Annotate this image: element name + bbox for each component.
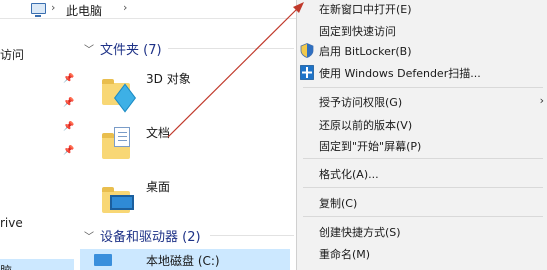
file-list: ﹀ 文件夹 (7) 3D 对象 文档 桌面 ﹀ 设备和驱动器 (2) 本地磁盘 …	[74, 19, 296, 270]
nav-item-onedrive[interactable]: rive	[0, 216, 23, 230]
menu-item-label: 还原以前的版本(V)	[319, 119, 413, 132]
pin-icon: 📌	[63, 146, 75, 156]
group-header-folders[interactable]: ﹀ 文件夹 (7)	[84, 38, 162, 58]
chevron-down-icon[interactable]: ﹀	[84, 41, 94, 56]
address-bar[interactable]: › 此电脑 ›	[0, 0, 296, 19]
nav-item-quick-access[interactable]: 访问	[0, 46, 24, 63]
chevron-down-icon[interactable]: ﹀	[84, 228, 94, 243]
menu-item-format[interactable]: 格式化(A)...	[297, 163, 547, 185]
menu-item-defender-scan[interactable]: 使用 Windows Defender扫描...	[297, 62, 547, 84]
menu-item-label: 固定到"开始"屏幕(P)	[319, 140, 422, 153]
menu-item-open-new-window[interactable]: 在新窗口中打开(E)	[297, 0, 547, 20]
menu-item-rename[interactable]: 重命名(M)	[297, 243, 547, 265]
drive-label: 本地磁盘 (C:)	[146, 254, 220, 268]
group-header-label: 文件夹 (7)	[100, 42, 162, 58]
documents-icon	[114, 127, 130, 147]
drive-item-c[interactable]: 本地磁盘 (C:)	[80, 249, 290, 270]
menu-item-copy[interactable]: 复制(C)	[297, 192, 547, 214]
this-pc-icon	[31, 3, 46, 17]
shield-icon	[300, 43, 314, 58]
menu-item-bitlocker[interactable]: 启用 BitLocker(B)	[297, 40, 547, 62]
desktop-icon	[110, 195, 134, 210]
divider	[210, 235, 294, 236]
submenu-arrow-icon: ›	[539, 94, 544, 107]
menu-item-label: 使用 Windows Defender扫描...	[319, 67, 481, 80]
menu-item-create-shortcut[interactable]: 创建快捷方式(S)	[297, 221, 547, 243]
menu-item-label: 格式化(A)...	[319, 168, 379, 181]
pin-icon: 📌	[63, 74, 75, 84]
context-menu: 在新窗口中打开(E) 固定到快速访问 启用 BitLocker(B) 使用 Wi…	[296, 0, 547, 270]
menu-separator	[303, 87, 543, 88]
nav-item-label: 脑	[0, 262, 12, 270]
menu-item-restore-versions[interactable]: 还原以前的版本(V)	[297, 114, 547, 136]
menu-separator	[303, 216, 543, 217]
menu-item-label: 重命名(M)	[319, 248, 371, 261]
menu-item-label: 复制(C)	[319, 197, 358, 210]
menu-item-label: 创建快捷方式(S)	[319, 226, 401, 239]
nav-item-this-pc-selected[interactable]: 脑	[0, 259, 74, 270]
pin-icon: 📌	[63, 122, 75, 132]
folder-label: 文档	[146, 126, 171, 140]
group-header-devices[interactable]: ﹀ 设备和驱动器 (2)	[84, 225, 201, 245]
breadcrumb-separator-icon[interactable]: ›	[51, 1, 55, 14]
menu-item-label: 授予访问权限(G)	[319, 96, 403, 109]
divider	[168, 48, 294, 49]
breadcrumb-this-pc[interactable]: 此电脑	[66, 2, 102, 19]
navigation-pane: 访问 📌 📌 📌 📌 rive 脑	[0, 19, 74, 270]
drive-icon	[94, 254, 112, 266]
folder-label: 3D 对象	[146, 72, 191, 86]
breadcrumb-separator-icon[interactable]: ›	[123, 1, 127, 14]
folder-label: 桌面	[146, 180, 171, 194]
menu-item-label: 启用 BitLocker(B)	[319, 45, 412, 58]
menu-separator	[303, 187, 543, 188]
menu-item-label: 在新窗口中打开(E)	[319, 3, 412, 16]
defender-icon	[300, 65, 314, 80]
menu-item-pin-start[interactable]: 固定到"开始"屏幕(P)	[297, 135, 547, 157]
menu-item-grant-access[interactable]: 授予访问权限(G) ›	[297, 91, 547, 113]
pin-icon: 📌	[63, 98, 75, 108]
menu-separator	[303, 158, 543, 159]
menu-item-label: 固定到快速访问	[319, 25, 396, 38]
group-header-label: 设备和驱动器 (2)	[100, 229, 201, 245]
menu-item-pin-quick-access[interactable]: 固定到快速访问	[297, 20, 547, 42]
